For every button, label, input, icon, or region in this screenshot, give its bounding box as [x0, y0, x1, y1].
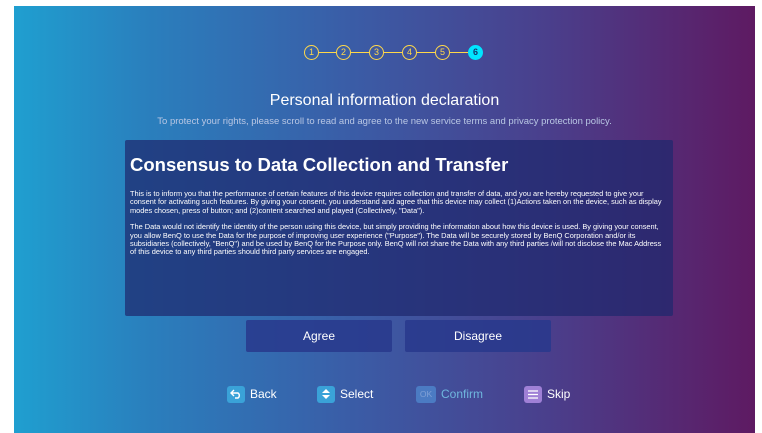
- step-connector: [417, 52, 435, 53]
- step-3: 3: [369, 45, 384, 60]
- step-5: 5: [435, 45, 450, 60]
- progress-stepper: 1 2 3 4 5 6: [304, 45, 504, 65]
- step-1: 1: [304, 45, 319, 60]
- step-connector: [319, 52, 336, 53]
- step-connector: [384, 52, 402, 53]
- back-arrow-icon: [227, 385, 245, 403]
- nav-confirm-label: Confirm: [441, 387, 484, 401]
- terms-heading: Consensus to Data Collection and Transfe…: [130, 154, 509, 175]
- step-connector: [450, 52, 468, 53]
- menu-lines-icon: [524, 385, 542, 403]
- terms-paragraph: This is to inform you that the performan…: [130, 189, 662, 215]
- nav-confirm: OK Confirm: [416, 385, 483, 403]
- step-2: 2: [336, 45, 351, 60]
- page-title: Personal information declaration: [269, 92, 500, 109]
- step-connector: [351, 52, 369, 53]
- terms-panel[interactable]: Consensus to Data Collection and Transfe…: [125, 140, 673, 316]
- setup-screen: 1 2 3 4 5 6 Personal information declara…: [14, 6, 755, 433]
- up-down-icon: [317, 385, 335, 403]
- nav-skip[interactable]: Skip: [524, 385, 570, 403]
- nav-select-label: Select: [340, 387, 374, 401]
- nav-back-label: Back: [250, 387, 277, 401]
- terms-paragraph: The Data would not identify the identity…: [130, 222, 662, 257]
- step-4: 4: [402, 45, 417, 60]
- disagree-button[interactable]: Disagree: [405, 320, 551, 352]
- ok-key-icon: OK: [416, 385, 436, 403]
- agree-button[interactable]: Agree: [246, 320, 392, 352]
- step-6-active: 6: [468, 45, 483, 60]
- nav-select[interactable]: Select: [317, 385, 373, 403]
- nav-skip-label: Skip: [547, 387, 571, 401]
- page-subtitle: To protect your rights, please scroll to…: [157, 116, 612, 127]
- nav-back[interactable]: Back: [227, 385, 277, 403]
